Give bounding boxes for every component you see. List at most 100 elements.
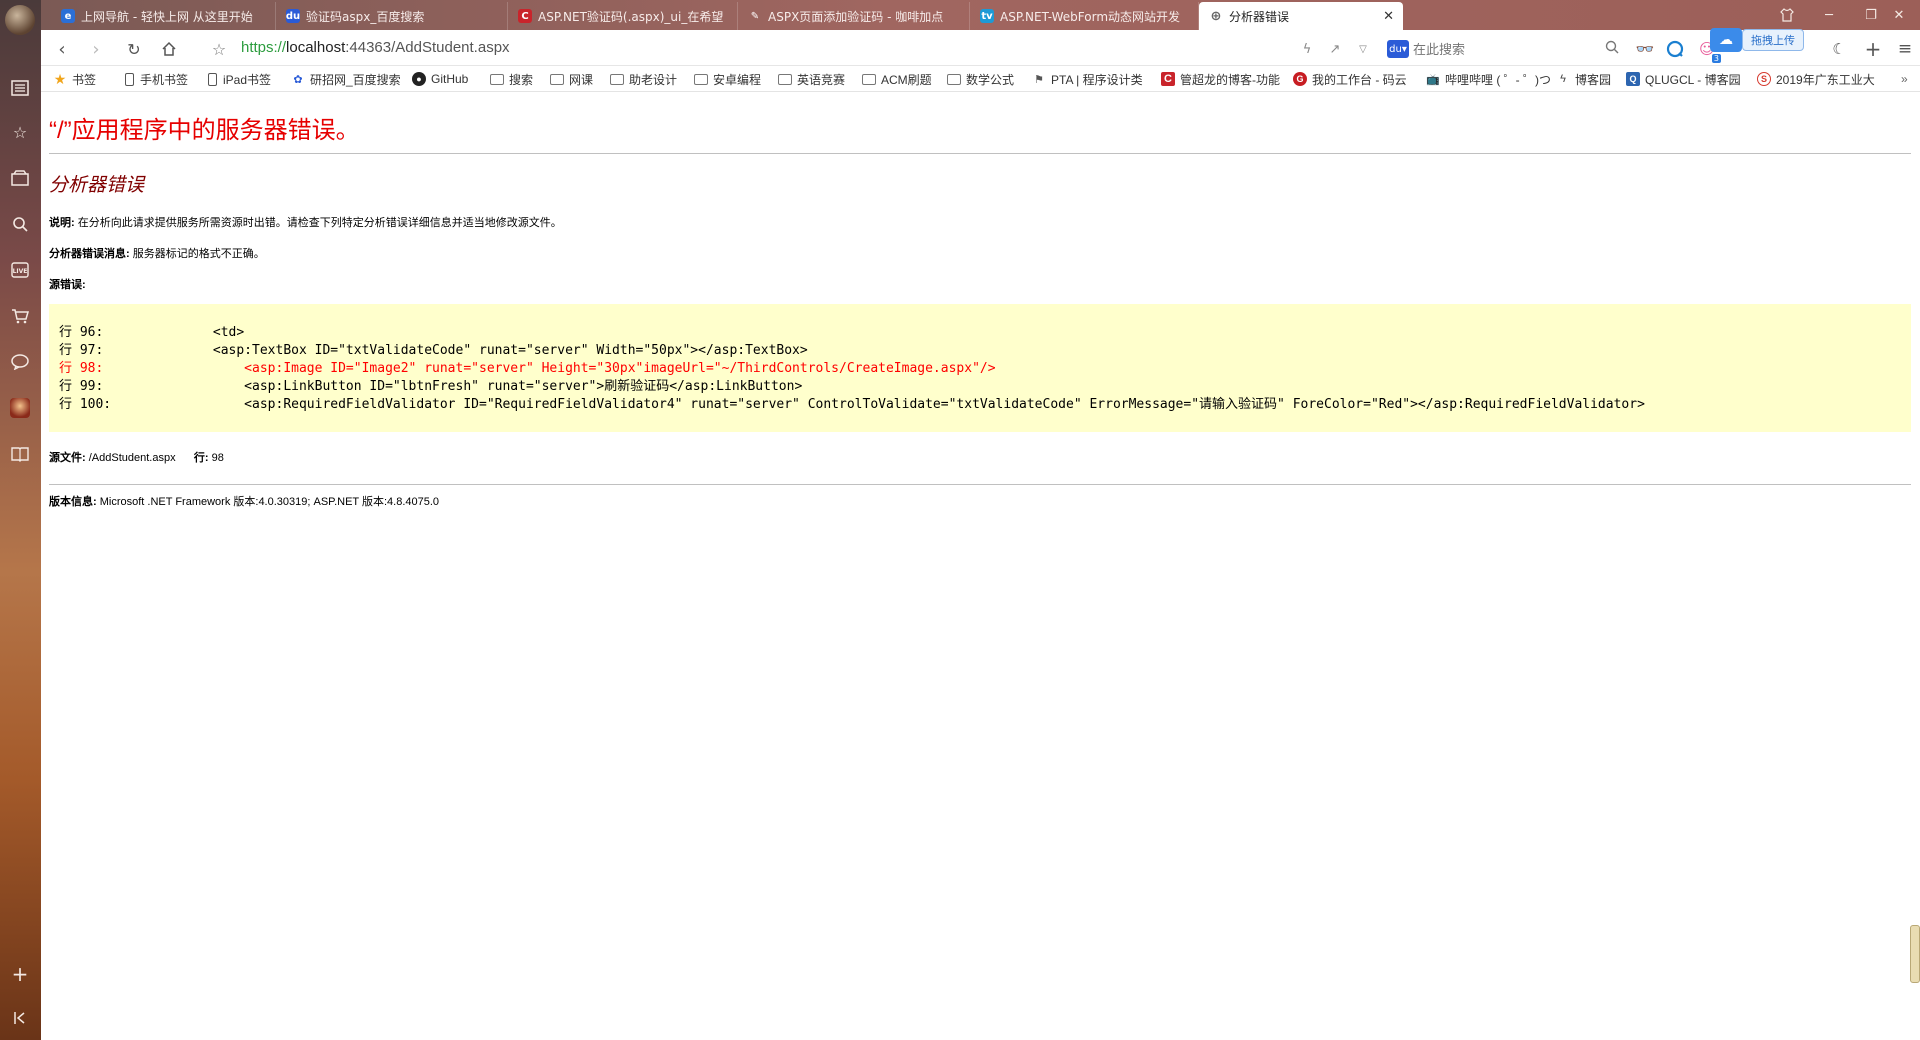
tab-3[interactable]: ✎ ASPX页面添加验证码 - 咖啡加点 [738, 2, 970, 30]
bookmark-item-cnblogs[interactable]: ϟ 博客园 [1556, 70, 1611, 88]
version-label: 版本信息: [49, 496, 97, 508]
divider [49, 153, 1911, 154]
bookmark-item-1[interactable]: 手机书签 [125, 70, 188, 88]
folder-icon [550, 73, 564, 85]
page-content: “/”应用程序中的服务器错误。 分析器错误 说明: 在分析向此请求提供服务所需资… [41, 92, 1920, 1040]
user-avatar[interactable] [5, 5, 35, 35]
folder-icon [610, 73, 624, 85]
tab-0[interactable]: e 上网导航 - 轻快上网 从这里开始 [51, 2, 276, 30]
tab-label: 验证码aspx_百度搜索 [306, 9, 425, 24]
glasses-icon[interactable]: 👓 [1633, 38, 1657, 60]
tab-4[interactable]: tv ASP.NET-WebForm动态网站开发 [970, 2, 1199, 30]
favorites-star-icon[interactable]: ☆ [8, 120, 32, 144]
address-bar: ‹ › ↻ ☆ https://localhost:44363/AddStude… [41, 30, 1920, 66]
error-heading: 分析器错误 [49, 175, 145, 196]
bookmark-item-bilibili[interactable]: 📺 哔哩哔哩 ( ゜- ゜)つ [1426, 70, 1564, 88]
gitee-icon: G [1293, 72, 1307, 86]
skin-shirt-icon[interactable] [1766, 0, 1808, 30]
shopping-cart-icon[interactable] [8, 304, 32, 328]
line-label: 行: [193, 452, 209, 464]
minimize-button[interactable]: ─ [1808, 0, 1850, 30]
new-tab-plus-icon[interactable]: + [1861, 37, 1885, 61]
bookmark-label: iPad书签 [223, 72, 272, 87]
bookmark-folder-courses[interactable]: 网课 [550, 70, 593, 88]
bookmark-folder-acm[interactable]: ACM刷题 [862, 70, 932, 88]
baidu-paw-icon: ✿ [293, 73, 303, 86]
share-icon[interactable]: ↗ [1324, 38, 1346, 60]
qlu-icon: Q [1626, 72, 1640, 86]
description-text: 在分析向此请求提供服务所需资源时出错。请检查下列特定分析错误详细信息并适当地修改… [77, 217, 562, 229]
description-line: 说明: 在分析向此请求提供服务所需资源时出错。请检查下列特定分析错误详细信息并适… [49, 214, 562, 230]
bookmark-item-0[interactable]: ★ 书签 [53, 70, 96, 88]
baidu-search-engine-icon[interactable]: du▾ [1387, 40, 1409, 58]
search-box[interactable]: du▾ [1387, 36, 1619, 62]
folder-icon [694, 73, 708, 85]
bookmark-item-gitee[interactable]: G 我的工作台 - 码云 [1293, 70, 1423, 88]
add-plus-icon[interactable]: + [8, 962, 32, 986]
bookmark-label: 我的工作台 - 码云 [1312, 72, 1407, 87]
parser-message-text: 服务器标记的格式不正确。 [132, 248, 265, 260]
bookmarks-overflow-icon[interactable]: » [1901, 70, 1908, 88]
notification-badge: 3 [1711, 54, 1721, 63]
url-field[interactable]: https://localhost:44363/AddStudent.aspx [241, 39, 510, 56]
bookmark-item-qlugcl[interactable]: Q QLUGCL - 博客园 [1626, 70, 1741, 88]
bookmark-folder-english[interactable]: 英语竞赛 [778, 70, 845, 88]
book-icon[interactable] [8, 442, 32, 466]
bookmark-item-csdn-blog[interactable]: C 管超龙的博客-功能 [1161, 70, 1301, 88]
tab-5-active[interactable]: ⊕ 分析器错误 ✕ [1199, 2, 1403, 30]
home-button[interactable] [156, 36, 182, 62]
code-line: 行 100: <asp:RequiredFieldValidator ID="R… [59, 397, 1645, 412]
search-input[interactable] [1413, 41, 1563, 57]
bookmark-folder-math[interactable]: 数学公式 [947, 70, 1014, 88]
csdn-icon: C [1161, 72, 1175, 86]
tab-2[interactable]: C ASP.NET验证码(.aspx)_ui_在希望 [508, 2, 738, 30]
folder-icon [778, 73, 792, 85]
tab-label: 分析器错误 [1229, 9, 1290, 24]
drag-upload-button[interactable]: 拖拽上传 [1742, 29, 1804, 51]
bookmark-item-2[interactable]: iPad书签 [208, 70, 271, 88]
game-avatar-icon[interactable] [8, 396, 32, 420]
back-button[interactable]: ‹ [49, 36, 75, 62]
feather-icon: ✎ [750, 10, 760, 22]
bookmark-item-3[interactable]: ✿ 研招网_百度搜索 [291, 70, 400, 88]
bookmark-item-4[interactable]: ● GitHub [412, 70, 468, 88]
source-file-value: /AddStudent.aspx [88, 452, 176, 464]
tab-close-icon[interactable]: ✕ [1383, 9, 1394, 24]
night-mode-moon-icon[interactable]: ☾ [1827, 38, 1851, 60]
phone-icon [125, 72, 134, 86]
globe-icon: ⊕ [1210, 8, 1222, 24]
bookmark-folder-search[interactable]: 搜索 [490, 70, 533, 88]
bookmark-star-icon[interactable]: ☆ [206, 36, 232, 62]
tab-1[interactable]: du 验证码aspx_百度搜索 [276, 2, 508, 30]
bookmark-label: GitHub [431, 72, 469, 86]
collection-box-icon[interactable] [8, 166, 32, 190]
reader-icon[interactable] [8, 76, 32, 100]
code-line: 行 96: <td> [59, 325, 245, 340]
github-icon: ● [412, 72, 426, 86]
baidu-icon: du [285, 9, 301, 23]
search-icon[interactable] [1605, 40, 1619, 58]
bookmark-folder-elder-design[interactable]: 助老设计 [610, 70, 677, 88]
search-icon[interactable] [8, 212, 32, 236]
tab-label: ASP.NET-WebForm动态网站开发 [1000, 9, 1181, 24]
bookmark-label: 数学公式 [966, 72, 1015, 87]
lightning-icon[interactable]: ϟ [1296, 38, 1318, 60]
chevron-down-icon[interactable]: ▽ [1352, 38, 1374, 60]
chat-bubble-icon[interactable] [8, 350, 32, 374]
bookmark-label: 2019年广东工业大 [1776, 72, 1875, 87]
bookmark-folder-android[interactable]: 安卓编程 [694, 70, 761, 88]
bilibili-icon: 📺 [1426, 73, 1440, 86]
new-tab-area[interactable] [1403, 2, 1463, 30]
bookmark-item-gdut[interactable]: S 2019年广东工业大 [1757, 70, 1897, 88]
menu-hamburger-icon[interactable]: ≡ [1893, 38, 1917, 60]
collapse-sidebar-icon[interactable] [8, 1006, 32, 1030]
reload-button[interactable]: ↻ [121, 36, 147, 62]
scrollbar-thumb[interactable] [1910, 925, 1920, 983]
folder-icon [490, 73, 504, 85]
cloud-upload-icon[interactable]: ☁ [1710, 28, 1742, 52]
forward-button[interactable]: › [83, 36, 109, 62]
close-window-button[interactable]: ✕ [1878, 0, 1920, 30]
q-search-icon[interactable] [1663, 38, 1687, 60]
bookmark-label: 博客园 [1575, 72, 1612, 87]
live-icon[interactable]: LIVE [8, 258, 32, 282]
